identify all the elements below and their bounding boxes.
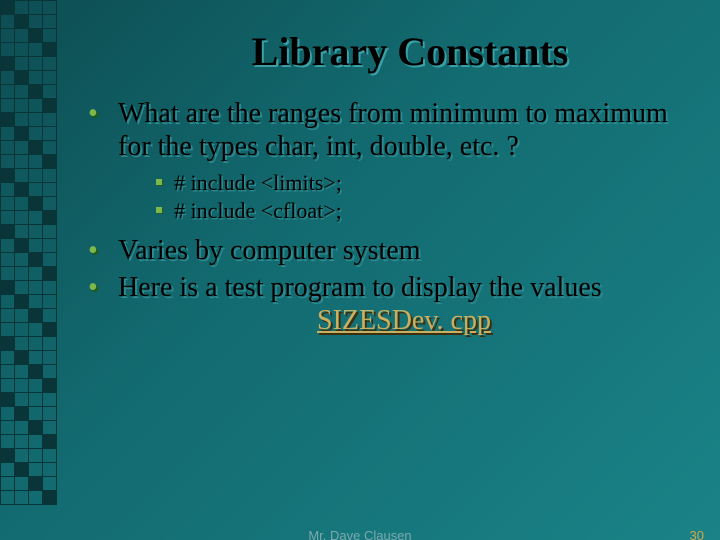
footer-page-number: 30 <box>690 528 704 540</box>
program-link[interactable]: SIZESDev. cpp <box>317 305 491 336</box>
bullet-text: What are the ranges from minimum to maxi… <box>118 98 668 162</box>
sub-bullet-item: # include <limits>; <box>152 169 690 197</box>
slide-title: Library Constants <box>70 28 690 75</box>
bullet-list: What are the ranges from minimum to maxi… <box>70 97 690 337</box>
bullet-item: Here is a test program to display the va… <box>70 271 690 337</box>
slide-body: Library Constants What are the ranges fr… <box>0 0 720 540</box>
bullet-text: Here is a test program to display the va… <box>118 272 602 303</box>
bullet-item: What are the ranges from minimum to maxi… <box>70 97 690 224</box>
sub-bullet-item: # include <cfloat>; <box>152 197 690 225</box>
bullet-item: Varies by computer system <box>70 234 690 267</box>
footer-author: Mr. Dave Clausen <box>308 528 411 540</box>
sub-bullet-list: # include <limits>; # include <cfloat>; <box>152 169 690 224</box>
